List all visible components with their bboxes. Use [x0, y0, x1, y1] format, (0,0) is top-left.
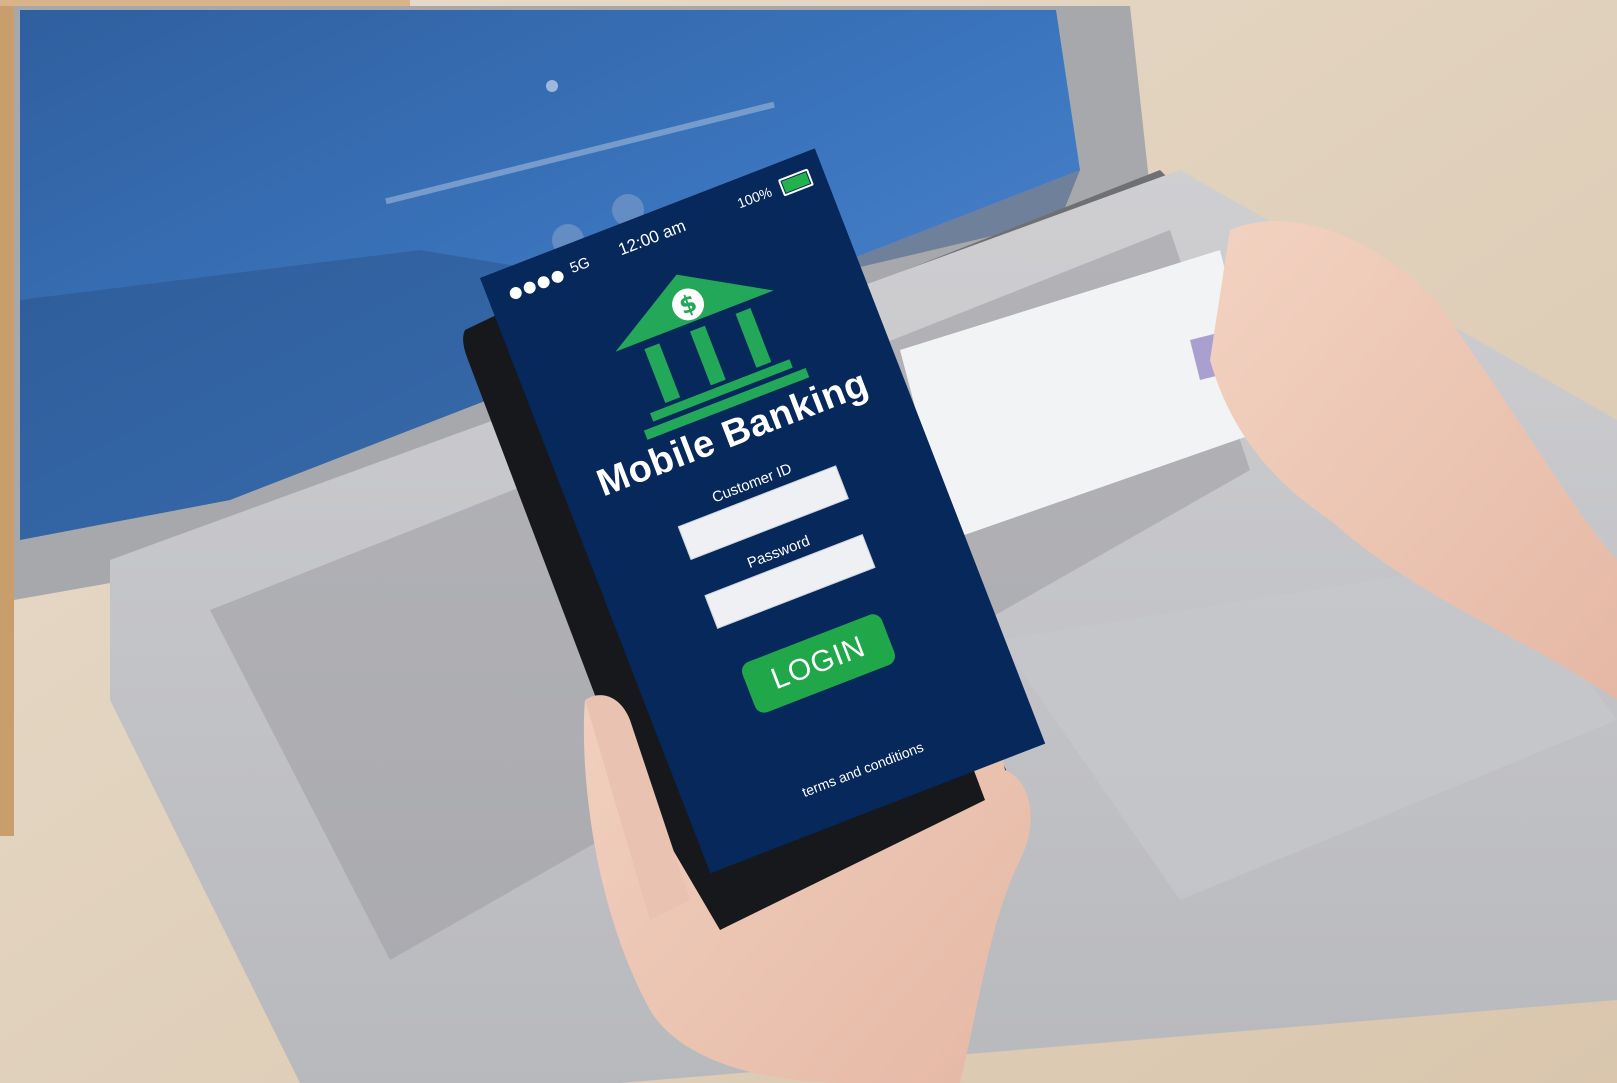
battery-level-fill — [781, 172, 811, 193]
signal-strength-icon — [507, 265, 569, 303]
login-button[interactable]: LOGIN — [739, 611, 898, 716]
battery-percent: 100% — [735, 183, 775, 212]
battery-icon — [777, 168, 815, 197]
status-time: 12:00 am — [615, 216, 689, 260]
network-type: 5G — [567, 253, 593, 278]
